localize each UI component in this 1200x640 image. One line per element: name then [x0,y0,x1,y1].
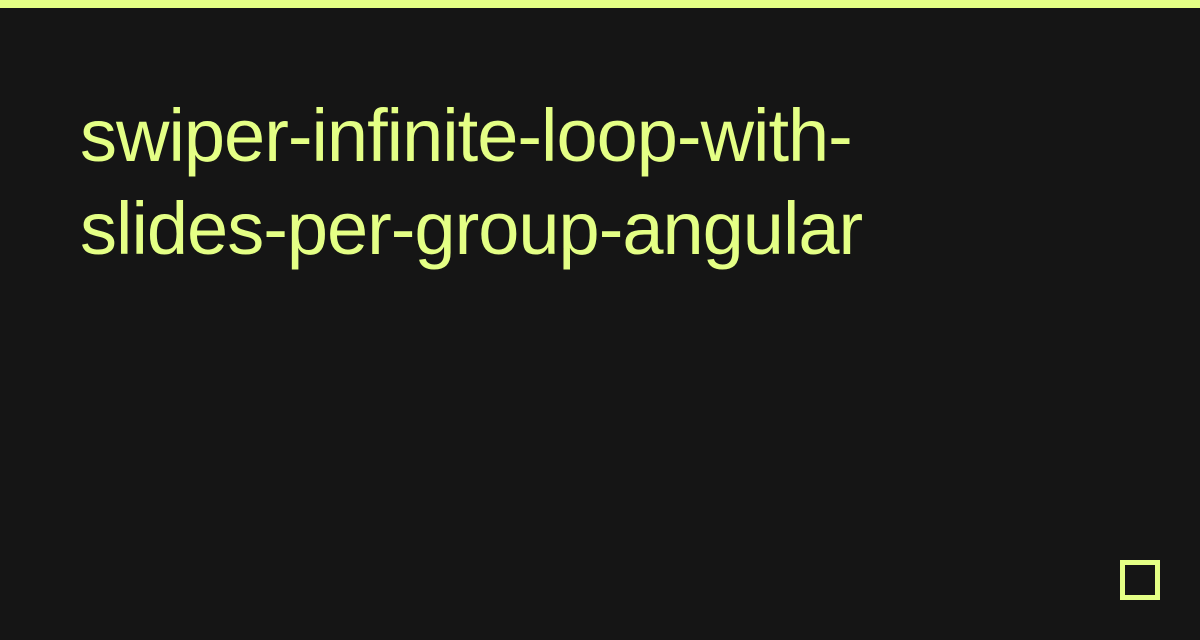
accent-top-bar [0,0,1200,8]
project-title: swiper-infinite-loop-with-slides-per-gro… [80,90,980,275]
brand-square-icon [1120,560,1160,600]
